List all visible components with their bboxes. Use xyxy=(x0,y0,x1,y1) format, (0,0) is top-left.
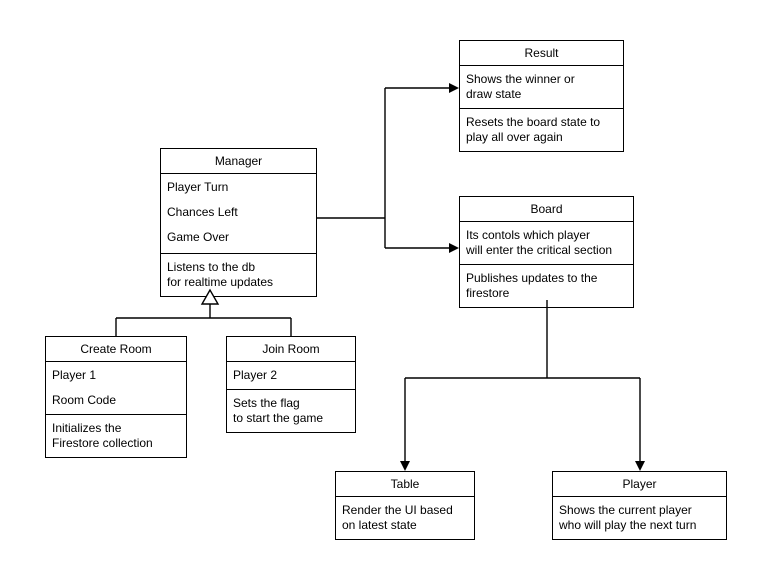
table-title: Table xyxy=(336,472,474,497)
table-render: Render the UI based on latest state xyxy=(336,497,474,539)
board-publish: Publishes updates to the firestore xyxy=(460,265,633,307)
player-box: Player Shows the current player who will… xyxy=(552,471,727,540)
join-room-box: Join Room Player 2 Sets the flag to star… xyxy=(226,336,356,433)
create-room-init: Initializes the Firestore collection xyxy=(46,415,186,457)
manager-gameover: Game Over xyxy=(167,230,310,245)
join-room-player2: Player 2 xyxy=(227,362,355,390)
table-box: Table Render the UI based on latest stat… xyxy=(335,471,475,540)
manager-box: Manager Player Turn Chances Left Game Ov… xyxy=(160,148,317,297)
player-shows: Shows the current player who will play t… xyxy=(553,497,726,539)
manager-listens: Listens to the db for realtime updates xyxy=(161,254,316,296)
result-reset: Resets the board state to play all over … xyxy=(460,109,623,151)
manager-title: Manager xyxy=(161,149,316,174)
player-title: Player xyxy=(553,472,726,497)
join-room-title: Join Room xyxy=(227,337,355,362)
manager-playerturn: Player Turn xyxy=(167,180,310,195)
create-room-player1: Player 1 xyxy=(52,368,180,383)
board-box: Board Its contols which player will ente… xyxy=(459,196,634,308)
board-controls: Its contols which player will enter the … xyxy=(460,222,633,265)
create-room-box: Create Room Player 1 Room Code Initializ… xyxy=(45,336,187,458)
create-room-title: Create Room xyxy=(46,337,186,362)
board-title: Board xyxy=(460,197,633,222)
manager-chances: Chances Left xyxy=(167,205,310,220)
result-box: Result Shows the winner or draw state Re… xyxy=(459,40,624,152)
create-room-attrs: Player 1 Room Code xyxy=(46,362,186,415)
create-room-roomcode: Room Code xyxy=(52,393,180,408)
result-show: Shows the winner or draw state xyxy=(460,66,623,109)
result-title: Result xyxy=(460,41,623,66)
manager-attributes: Player Turn Chances Left Game Over xyxy=(161,174,316,254)
join-room-sets: Sets the flag to start the game xyxy=(227,390,355,432)
